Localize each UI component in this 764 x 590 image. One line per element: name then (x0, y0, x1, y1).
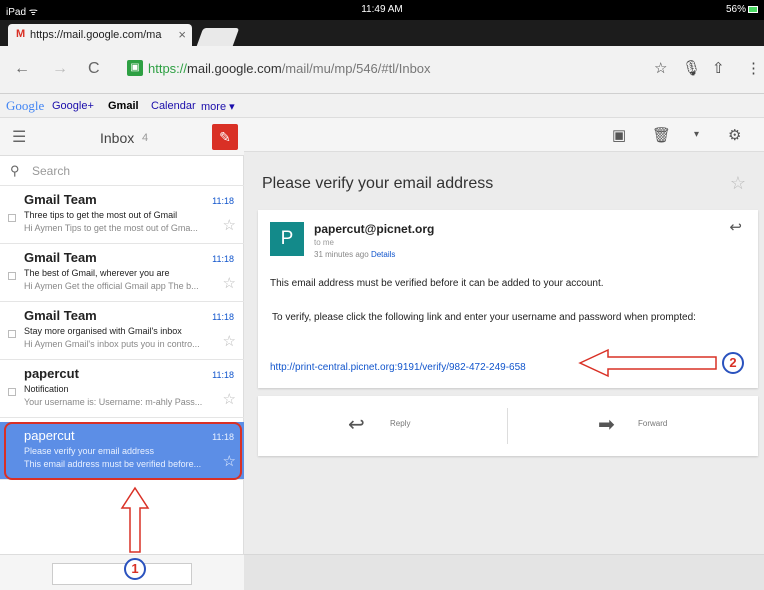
browser-tab[interactable]: M https://mail.google.com/ma × (8, 24, 192, 46)
search-bar[interactable]: ⚲ Search (0, 156, 244, 186)
mail-list-item[interactable]: Gmail Team 11:18 Three tips to get the m… (0, 186, 244, 244)
more-dropdown-icon[interactable]: ▾ (694, 129, 699, 140)
menu-dots-icon[interactable]: ⋮ (746, 59, 761, 77)
address-bar: ← → C ▣ https://mail.google.com/mail/mu/… (0, 46, 764, 94)
forward-icon[interactable]: → (52, 60, 68, 78)
annotation-marker-1: 1 (124, 558, 146, 580)
mail-time: 11:18 (212, 370, 234, 380)
mail-time: 11:18 (212, 196, 234, 206)
search-icon: ⚲ (10, 163, 20, 178)
star-icon[interactable]: ☆ (223, 216, 236, 234)
details-link[interactable]: Details (371, 250, 395, 259)
mail-sender: Gmail Team (24, 192, 97, 207)
trash-icon[interactable]: 🗑 (652, 126, 671, 144)
bookmark-star-icon[interactable]: ☆ (654, 59, 667, 77)
battery-icon (748, 6, 758, 13)
url-field[interactable]: https://mail.google.com/mail/mu/mp/546/#… (148, 61, 431, 76)
message-card: P papercut@picnet.org to me 31 minutes a… (258, 210, 758, 388)
message-body-paragraph: To verify, please click the following li… (272, 312, 696, 323)
lock-icon: ▣ (127, 60, 143, 76)
more-link[interactable]: more ▾ (201, 100, 235, 113)
gmail-favicon-icon: M (16, 28, 26, 40)
new-tab-button[interactable] (196, 28, 240, 46)
search-input[interactable]: Search (32, 164, 70, 178)
mail-time: 11:18 (212, 312, 234, 322)
footer-input[interactable] (52, 563, 192, 585)
forward-button[interactable]: Forward (638, 419, 667, 428)
browser-tab-bar: M https://mail.google.com/ma × (0, 20, 764, 46)
settings-gear-icon[interactable]: ⚙ (728, 126, 741, 144)
message-toolbar: ▣ 🗑 ▾ ⚙ (244, 118, 764, 152)
mail-time: 11:18 (212, 254, 234, 264)
mail-subject: The best of Gmail, wherever you are (24, 268, 170, 278)
forward-icon[interactable]: ➡ (598, 412, 615, 437)
reply-icon[interactable]: ↩ (729, 218, 742, 236)
select-checkbox[interactable] (8, 214, 16, 222)
select-checkbox[interactable] (8, 388, 16, 396)
share-icon[interactable]: ⇧ (712, 59, 725, 77)
message-time: 31 minutes ago Details (314, 250, 396, 259)
select-checkbox[interactable] (8, 330, 16, 338)
message-body-line: This email address must be verified befo… (270, 278, 604, 289)
star-icon[interactable]: ☆ (223, 274, 236, 292)
gmail-link[interactable]: Gmail (108, 100, 139, 112)
mail-subject: Three tips to get the most out of Gmail (24, 210, 178, 220)
annotation-marker-2: 2 (722, 352, 744, 374)
inbox-panel: ☰ Inbox 4 ✎ ⚲ Search Gmail Team 11:18 Th… (0, 118, 244, 590)
google-logo[interactable]: Google (6, 98, 44, 114)
microphone-icon[interactable]: 🎙 (682, 59, 701, 77)
calendar-link[interactable]: Calendar (151, 100, 196, 112)
tab-title: https://mail.google.com/ma (30, 29, 162, 41)
hamburger-menu-icon[interactable]: ☰ (12, 127, 26, 147)
mail-list-item[interactable]: Gmail Team 11:18 The best of Gmail, wher… (0, 244, 244, 302)
message-footer (244, 554, 764, 590)
inbox-label: Inbox (100, 130, 135, 146)
mail-subject: Notification (24, 384, 69, 394)
mail-preview: Hi Aymen Tips to get the most out of Gma… (24, 223, 198, 233)
compose-button[interactable]: ✎ (212, 124, 238, 150)
message-panel: ▣ 🗑 ▾ ⚙ Please verify your email address… (244, 118, 764, 590)
back-icon[interactable]: ← (14, 60, 30, 78)
inbox-header: ☰ Inbox 4 ✎ (0, 118, 244, 156)
inbox-footer (0, 554, 244, 590)
reply-icon[interactable]: ↩ (348, 412, 365, 437)
status-bar: iPad ᯤ 11:49 AM 56% (0, 0, 764, 20)
select-checkbox[interactable] (8, 272, 16, 280)
avatar: P (270, 222, 304, 256)
divider (507, 408, 508, 444)
highlight-box (4, 422, 242, 480)
mail-list-item[interactable]: Gmail Team 11:18 Stay more organised wit… (0, 302, 244, 360)
google-plus-link[interactable]: Google+ (52, 100, 94, 112)
verify-link[interactable]: http://print-central.picnet.org:9191/ver… (270, 362, 526, 373)
archive-icon[interactable]: ▣ (612, 126, 626, 144)
mail-list-item[interactable]: papercut 11:18 Notification Your usernam… (0, 360, 244, 418)
battery-percent: 56% (725, 4, 746, 15)
sender-email: papercut@picnet.org (314, 222, 435, 236)
mail-sender: Gmail Team (24, 308, 97, 323)
clock: 11:49 AM (361, 4, 403, 15)
annotation-arrow-up (120, 486, 150, 553)
recipient-label: to me (314, 238, 335, 247)
message-subject: Please verify your email address (262, 175, 494, 192)
annotation-arrow-left (578, 348, 717, 378)
star-icon[interactable]: ☆ (730, 173, 746, 194)
reply-button[interactable]: Reply (390, 419, 410, 428)
mail-preview: Your username is: Username: m-ahly Pass.… (24, 397, 203, 407)
close-tab-icon[interactable]: × (178, 27, 186, 42)
star-icon[interactable]: ☆ (223, 390, 236, 408)
reload-icon[interactable]: C (88, 60, 100, 78)
mail-subject: Stay more organised with Gmail's inbox (24, 326, 182, 336)
mail-sender: papercut (24, 366, 79, 381)
reply-forward-bar: ↩ Reply ➡ Forward (258, 396, 758, 456)
inbox-count: 4 (142, 132, 149, 144)
mail-preview: Hi Aymen Gmail's inbox puts you in contr… (24, 339, 200, 349)
star-icon[interactable]: ☆ (223, 332, 236, 350)
mail-sender: Gmail Team (24, 250, 97, 265)
google-bar: Google Google+ Gmail Calendar more ▾ (0, 94, 764, 118)
mail-preview: Hi Aymen Get the official Gmail app The … (24, 281, 199, 291)
